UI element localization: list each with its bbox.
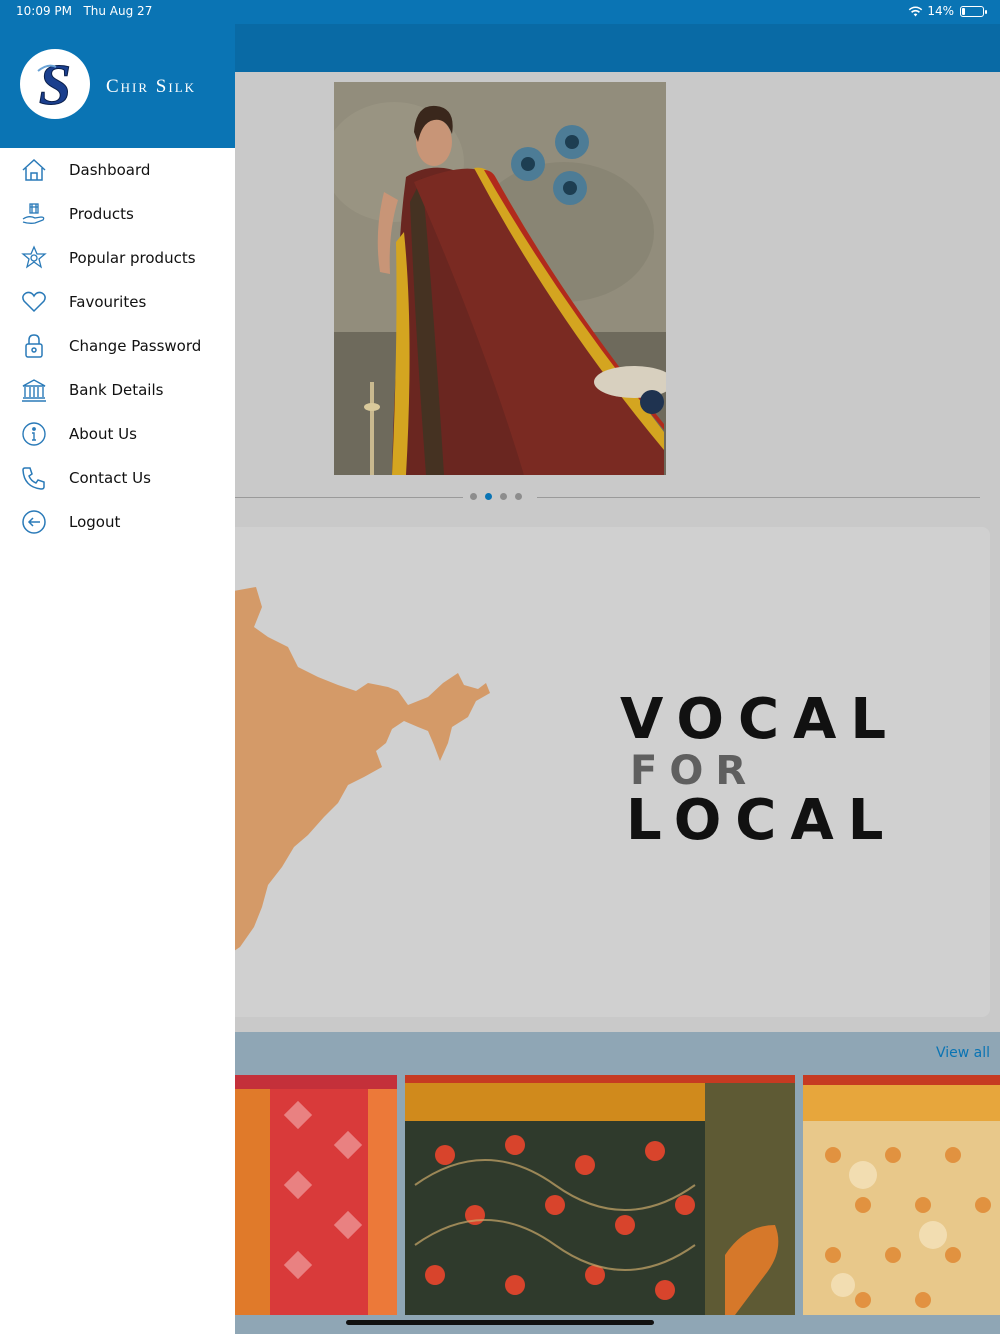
home-icon (20, 156, 48, 184)
menu-item-contact-us[interactable]: Contact Us (0, 456, 235, 500)
home-indicator[interactable] (346, 1320, 654, 1325)
menu-item-logout[interactable]: Logout (0, 500, 235, 544)
heart-icon (20, 288, 48, 316)
vocal-for-local-banner[interactable]: VOCAL FOR LOCAL (228, 527, 990, 1017)
product-thumbnail[interactable] (803, 1075, 1000, 1315)
vocal-line-3: LOCAL (626, 788, 898, 853)
status-bar: 10:09 PM Thu Aug 27 14% (0, 0, 1000, 24)
menu-item-bank-details[interactable]: Bank Details (0, 368, 235, 412)
menu-item-change-password[interactable]: Change Password (0, 324, 235, 368)
status-indicators: 14% (908, 4, 987, 18)
carousel-divider-left (235, 497, 463, 498)
menu-label: Products (69, 205, 134, 223)
menu-label: About Us (69, 425, 137, 443)
carousel-dot[interactable] (470, 493, 477, 500)
menu-label: Change Password (69, 337, 202, 355)
carousel-dot[interactable] (515, 493, 522, 500)
vocal-for-local-text: VOCAL FOR LOCAL (620, 687, 900, 853)
lock-icon (20, 332, 48, 360)
battery-icon (960, 5, 987, 17)
menu-item-favourites[interactable]: Favourites (0, 280, 235, 324)
products-icon (20, 200, 48, 228)
info-icon (20, 420, 48, 448)
product-thumbnail[interactable] (228, 1075, 397, 1315)
vocal-line-1: VOCAL (620, 687, 901, 752)
drawer-header: S Chir Silk (0, 24, 235, 148)
carousel-dot[interactable] (500, 493, 507, 500)
brand-logo: S (20, 49, 90, 119)
battery-percent: 14% (927, 4, 954, 18)
saree-banner-image[interactable] (334, 82, 666, 475)
menu-label: Dashboard (69, 161, 151, 179)
menu-label: Contact Us (69, 469, 151, 487)
menu-item-products[interactable]: Products (0, 192, 235, 236)
status-time: 10:09 PM Thu Aug 27 (16, 4, 153, 18)
carousel-dot[interactable] (485, 493, 492, 500)
phone-icon (20, 464, 48, 492)
battery-level (962, 7, 965, 15)
wifi-icon (909, 5, 923, 16)
carousel-divider-right (537, 497, 980, 498)
bank-icon (20, 376, 48, 404)
menu-label: Favourites (69, 293, 147, 311)
menu-label: Bank Details (69, 381, 164, 399)
carousel-dots[interactable] (470, 493, 522, 500)
logo-letter: S (39, 52, 71, 117)
menu-label: Logout (69, 513, 121, 531)
logout-icon (20, 508, 48, 536)
view-all-link[interactable]: View all (936, 1045, 990, 1061)
popular-icon (20, 244, 48, 272)
india-map-graphic (228, 587, 490, 955)
drawer-menu: Dashboard Products Popular products Favo… (0, 148, 235, 544)
menu-label: Popular products (69, 249, 196, 267)
product-thumbnail[interactable] (405, 1075, 795, 1315)
navigation-drawer: S Chir Silk Dashboard Products Popular p… (0, 24, 235, 1334)
menu-item-dashboard[interactable]: Dashboard (0, 148, 235, 192)
brand-name: Chir Silk (106, 76, 197, 97)
menu-item-about-us[interactable]: About Us (0, 412, 235, 456)
menu-item-popular-products[interactable]: Popular products (0, 236, 235, 280)
